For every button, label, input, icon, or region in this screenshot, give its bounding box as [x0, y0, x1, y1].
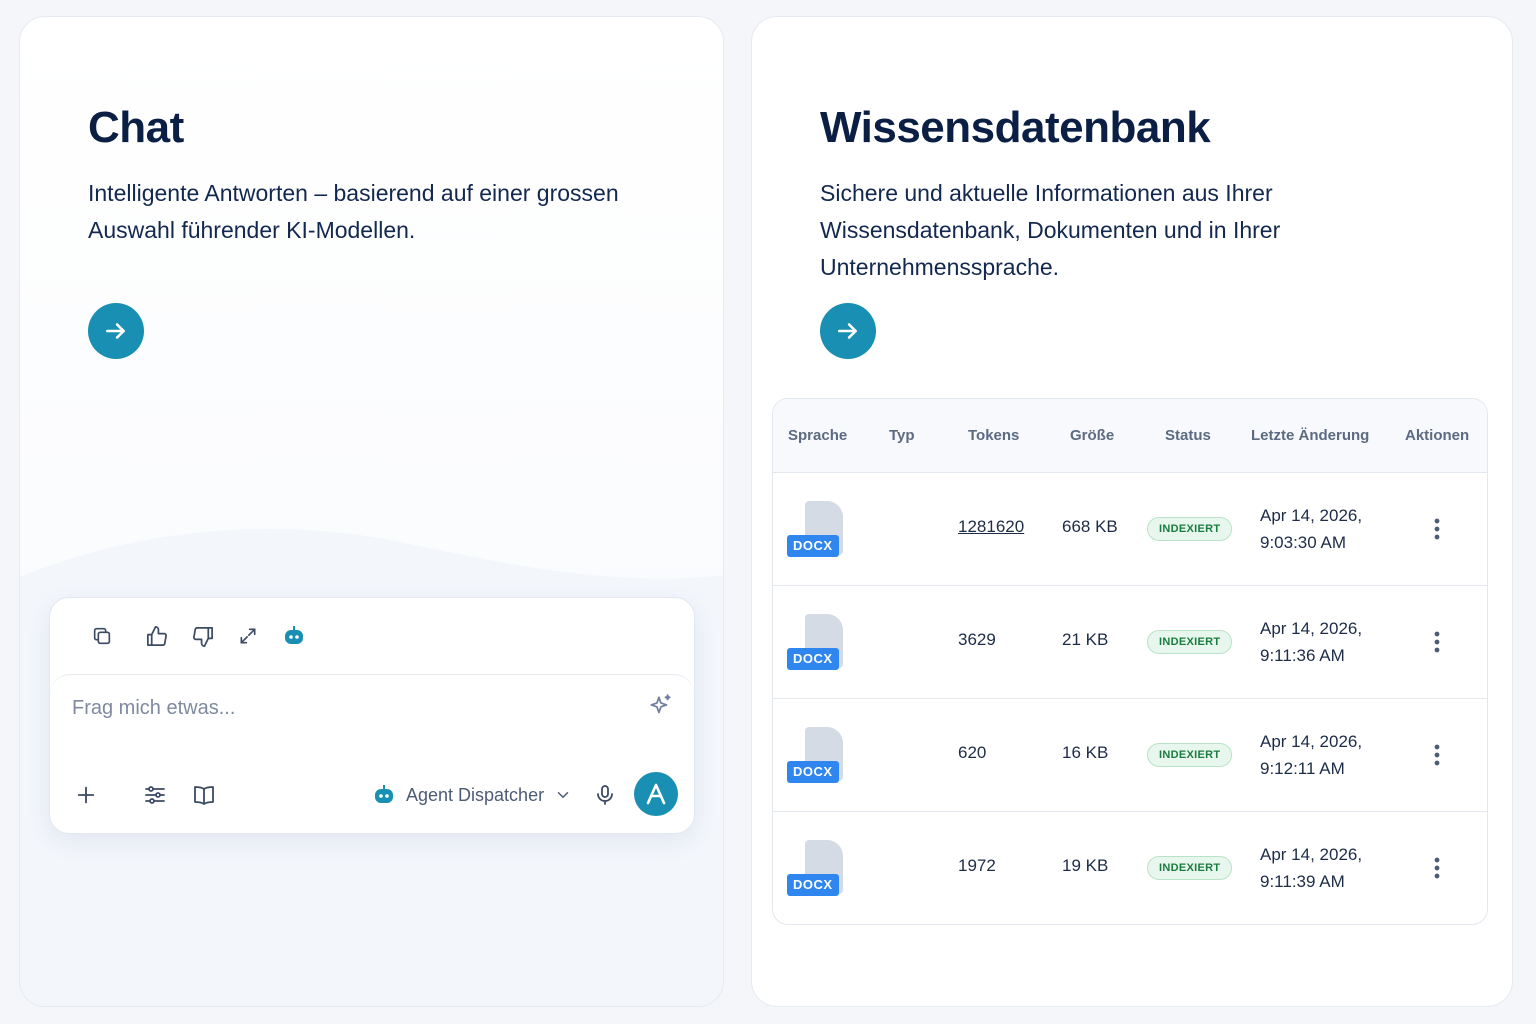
robot-button[interactable] [281, 623, 307, 649]
more-vertical-icon [1434, 631, 1440, 653]
thumbs-up-icon [146, 625, 167, 646]
kb-title: Wissensdatenbank [820, 103, 1211, 152]
add-button[interactable] [72, 781, 100, 809]
docx-file-icon: DOCX [787, 840, 845, 898]
file-size: 668 KB [1062, 517, 1118, 536]
agent-label: Agent Dispatcher [406, 784, 545, 805]
file-type-badge: DOCX [787, 761, 839, 783]
date-line: Apr 14, 2026, [1260, 732, 1363, 751]
settings-sliders-button[interactable] [141, 781, 169, 809]
status-badge: INDEXIERT [1147, 743, 1233, 767]
robot-icon [375, 785, 393, 803]
row-actions-button[interactable] [1425, 742, 1449, 768]
time-line: 9:12:11 AM [1260, 759, 1345, 778]
plus-icon [77, 786, 95, 804]
file-size: 19 KB [1062, 856, 1109, 875]
column-header-aktionen: Aktionen [1405, 427, 1470, 444]
table-row[interactable]: DOCX 1281620 668 KB INDEXIERT Apr 14, 20… [773, 473, 1487, 586]
tokens-value: 3629 [958, 630, 996, 649]
more-vertical-icon [1434, 744, 1440, 766]
status-badge: INDEXIERT [1147, 517, 1233, 541]
file-size: 21 KB [1062, 630, 1109, 649]
column-header-status[interactable]: Status [1165, 427, 1211, 444]
chat-input[interactable] [72, 691, 632, 725]
chat-composer: Agent Dispatcher [49, 597, 695, 834]
row-actions-button[interactable] [1425, 516, 1449, 542]
last-modified: Apr 14, 2026, 9:12:11 AM [1260, 728, 1362, 782]
composer-toolbar [50, 598, 694, 674]
date-line: Apr 14, 2026, [1260, 506, 1363, 525]
file-type-badge: DOCX [787, 874, 839, 896]
docx-file-icon: DOCX [787, 614, 845, 672]
tokens-value: 1972 [958, 856, 996, 875]
date-line: Apr 14, 2026, [1260, 845, 1363, 864]
chat-go-button[interactable] [88, 303, 144, 359]
status-badge: INDEXIERT [1147, 856, 1233, 880]
time-line: 9:11:36 AM [1260, 646, 1345, 665]
last-modified: Apr 14, 2026, 9:11:39 AM [1260, 841, 1362, 895]
status-badge: INDEXIERT [1147, 630, 1233, 654]
arrow-right-icon [106, 323, 125, 339]
thumbs-up-button[interactable] [143, 623, 169, 649]
copy-button[interactable] [89, 623, 115, 649]
table-row[interactable]: DOCX 620 16 KB INDEXIERT Apr 14, 2026, 9… [773, 699, 1487, 812]
table-header: Sprache Typ Tokens Größe Status Letzte Ä… [773, 399, 1487, 473]
tokens-link[interactable]: 1281620 [958, 517, 1024, 537]
chat-title: Chat [88, 103, 184, 152]
sliders-icon [145, 786, 165, 804]
robot-icon [285, 626, 303, 644]
thumbs-down-button[interactable] [190, 623, 216, 649]
docx-file-icon: DOCX [787, 501, 845, 559]
microphone-button[interactable] [591, 781, 619, 809]
docx-file-icon: DOCX [787, 727, 845, 785]
last-modified: Apr 14, 2026, 9:11:36 AM [1260, 615, 1362, 669]
kb-description: Sichere und aktuelle Informationen aus I… [820, 180, 1281, 280]
agent-dispatcher-select[interactable]: Agent Dispatcher [372, 779, 572, 811]
table-row[interactable]: DOCX 1972 19 KB INDEXIERT Apr 14, 2026, … [773, 812, 1487, 924]
documents-table: Sprache Typ Tokens Größe Status Letzte Ä… [772, 398, 1488, 925]
row-actions-button[interactable] [1425, 855, 1449, 881]
time-line: 9:11:39 AM [1260, 872, 1345, 891]
row-actions-button[interactable] [1425, 629, 1449, 655]
file-type-badge: DOCX [787, 535, 839, 557]
table-row[interactable]: DOCX 3629 21 KB INDEXIERT Apr 14, 2026, … [773, 586, 1487, 699]
tokens-value: 620 [958, 743, 987, 762]
copy-icon [93, 627, 111, 645]
chat-card: Chat Intelligente Antworten – basierend … [19, 16, 724, 1007]
column-header-typ[interactable]: Typ [889, 427, 915, 444]
microphone-icon [597, 785, 613, 805]
composer-input-area: Agent Dispatcher [50, 674, 694, 835]
file-size: 16 KB [1062, 743, 1109, 762]
expand-icon [240, 628, 256, 644]
kb-go-button[interactable] [820, 303, 876, 359]
sparkle-icon[interactable] [647, 693, 673, 719]
file-type-badge: DOCX [787, 648, 839, 670]
brand-a-icon [646, 783, 666, 805]
column-header-tokens[interactable]: Tokens [968, 427, 1019, 444]
more-vertical-icon [1434, 857, 1440, 879]
last-modified: Apr 14, 2026, 9:03:30 AM [1260, 502, 1362, 556]
column-header-sprache[interactable]: Sprache [788, 427, 847, 444]
chat-description: Intelligente Antworten – basierend auf e… [88, 180, 619, 243]
thumbs-down-icon [192, 626, 213, 647]
send-button[interactable] [634, 772, 678, 816]
book-icon [194, 786, 214, 805]
date-line: Apr 14, 2026, [1260, 619, 1363, 638]
chevron-down-icon [557, 792, 569, 799]
expand-button[interactable] [235, 623, 261, 649]
library-button[interactable] [190, 781, 218, 809]
column-header-groesse[interactable]: Größe [1070, 427, 1114, 444]
time-line: 9:03:30 AM [1260, 533, 1347, 552]
arrow-right-icon [838, 323, 857, 339]
more-vertical-icon [1434, 518, 1440, 540]
knowledge-base-card: Wissensdatenbank Sichere und aktuelle In… [751, 16, 1513, 1007]
column-header-letzte-aenderung[interactable]: Letzte Änderung [1251, 427, 1369, 444]
